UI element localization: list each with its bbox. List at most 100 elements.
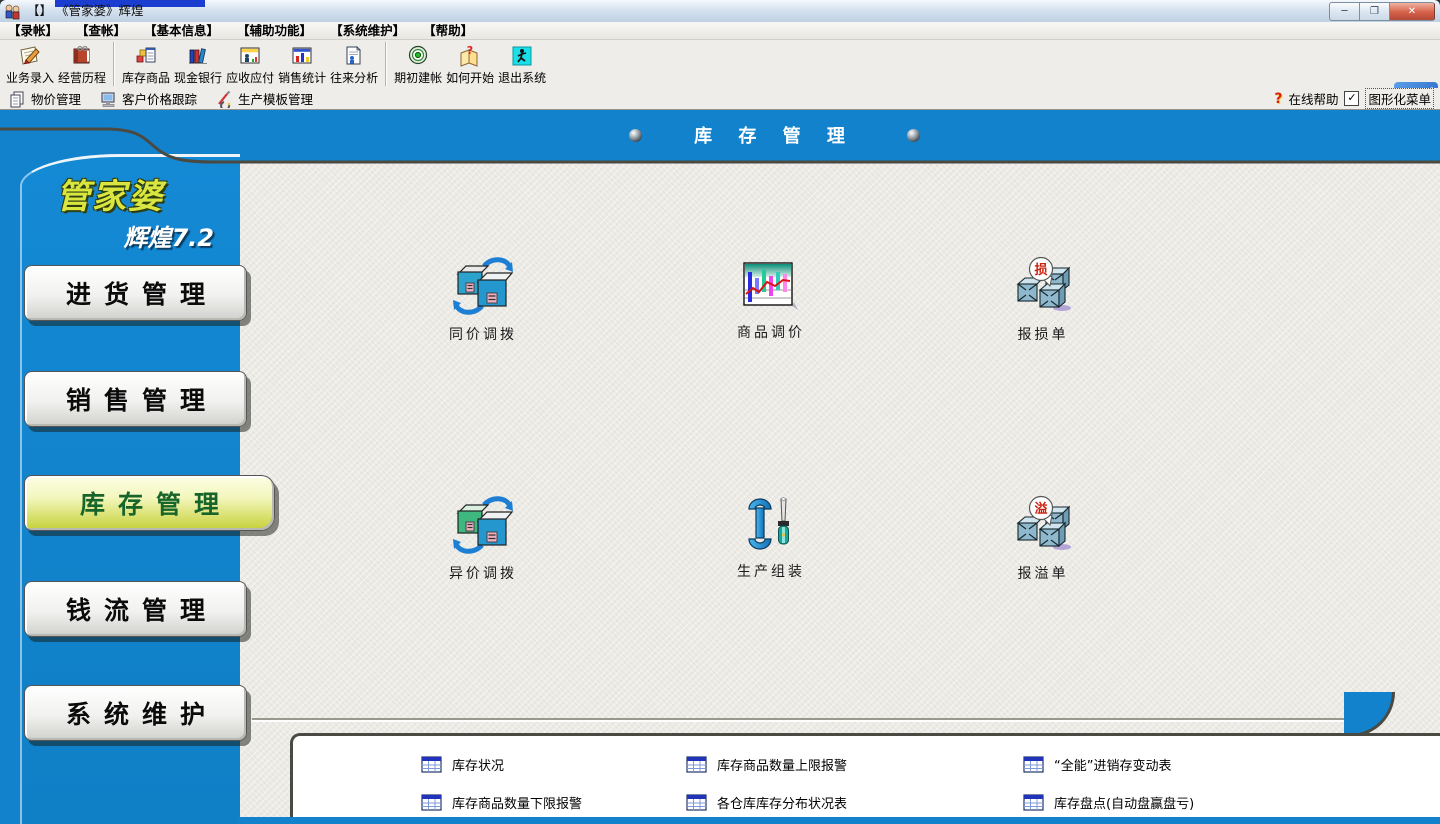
sidebar: 管家婆 辉煌7.2 进货管理 销售管理 库存管理 钱流管理 系统维护: [20, 154, 240, 824]
toolbar-label: 往来分析: [330, 69, 378, 86]
sidebar-item-system[interactable]: 系统维护: [24, 685, 247, 741]
menu-aux-functions[interactable]: 【辅助功能】: [237, 22, 312, 39]
report-allpowerful-change-table[interactable]: “全能”进销存变动表: [1023, 754, 1171, 774]
module-overflow-report[interactable]: 溢 报溢单: [978, 495, 1108, 583]
production-template-button[interactable]: 生产模板管理: [215, 89, 313, 108]
minimize-button[interactable]: ─: [1329, 2, 1359, 21]
how-to-start-button[interactable]: ? 如何开始: [444, 42, 496, 87]
menu-system-maintain[interactable]: 【系统维护】: [330, 22, 405, 39]
computer-icon: [99, 90, 117, 108]
pen-paper-icon: [18, 43, 42, 69]
overflow-badge-text: 溢: [1034, 501, 1047, 517]
module-label: 商品调价: [706, 322, 836, 342]
svg-text:溢: 溢: [1034, 501, 1047, 517]
toolbar-label: 期初建帐: [394, 69, 442, 86]
window-controls: ─ ❐ ✕: [1329, 2, 1435, 21]
toolbar-label: 现金银行: [174, 69, 222, 86]
report-label: 库存状况: [452, 755, 504, 774]
report-stocktake[interactable]: 库存盘点(自动盘赢盘亏): [1023, 792, 1194, 812]
report-label: 各仓库库存分布状况表: [717, 793, 847, 812]
brand-logo-text: 管家婆: [56, 169, 240, 218]
main-toolbar: 业务录入 经营历程: [0, 40, 1440, 91]
module-label: 生产组装: [706, 561, 836, 581]
app-icon: [4, 3, 21, 20]
help-question-icon: ?: [1274, 91, 1282, 107]
price-chart-icon: [742, 260, 800, 314]
books-icon: [186, 43, 210, 69]
initial-setup-button[interactable]: 期初建帐: [392, 42, 444, 87]
business-entry-button[interactable]: 业务录入: [4, 42, 56, 87]
online-help-button[interactable]: 在线帮助: [1288, 89, 1338, 108]
module-goods-reprice[interactable]: 商品调价: [706, 260, 836, 342]
loss-boxes-icon: 损: [1012, 256, 1074, 316]
reports-panel: 库存状况 库存商品数量上限报警: [290, 733, 1440, 821]
report-label: “全能”进销存变动表: [1054, 755, 1171, 774]
module-same-price-transfer[interactable]: 同价调拨: [418, 256, 548, 344]
sales-stats-button[interactable]: 销售统计: [276, 42, 328, 87]
module-production-assembly[interactable]: 生产组装: [706, 497, 836, 581]
toolbar2-label: 物价管理: [31, 89, 81, 108]
close-button[interactable]: ✕: [1389, 2, 1435, 21]
report-lower-limit-alarm[interactable]: 库存商品数量下限报警: [421, 792, 582, 812]
menu-record[interactable]: 【录帐】: [8, 22, 58, 39]
restore-button[interactable]: ❐: [1359, 2, 1389, 21]
toolbar-label: 如何开始: [446, 69, 494, 86]
menu-bar: 【录帐】 【查帐】 【基本信息】 【辅助功能】 【系统维护】 【帮助】: [0, 22, 1440, 40]
receivable-payable-button[interactable]: 应收应付: [224, 42, 276, 87]
toolbar-label: 应收应付: [226, 69, 274, 86]
menu-help[interactable]: 【帮助】: [423, 22, 473, 39]
sales-chart-icon: [290, 43, 314, 69]
sphere-bullet-icon: [629, 129, 642, 142]
sidebar-item-inventory[interactable]: 库存管理: [24, 475, 275, 531]
price-management-button[interactable]: 物价管理: [8, 89, 81, 108]
report-label: 库存盘点(自动盘赢盘亏): [1054, 793, 1194, 812]
menu-query[interactable]: 【查帐】: [76, 22, 126, 39]
warehouse-transfer-icon: [450, 256, 516, 316]
divider-groove: [252, 718, 1344, 722]
bottom-strip: [237, 817, 1440, 824]
module-diff-price-transfer[interactable]: 异价调拨: [418, 495, 548, 583]
section-header: 库 存 管 理: [237, 110, 1312, 160]
toolbar-label: 库存商品: [122, 69, 170, 86]
table-icon: [421, 756, 442, 773]
report-label: 库存商品数量下限报警: [452, 793, 582, 812]
menu-basic-info[interactable]: 【基本信息】: [144, 22, 219, 39]
toolbar-label: 业务录入: [6, 69, 54, 86]
table-icon: [1023, 756, 1044, 773]
toolbar-label: 退出系统: [498, 69, 546, 86]
table-icon: [1023, 794, 1044, 811]
customer-price-tracking-button[interactable]: 客户价格跟踪: [99, 89, 197, 108]
module-label: 报溢单: [978, 563, 1108, 583]
module-loss-report[interactable]: 损 报损单: [978, 256, 1108, 344]
toolbar-separator: [385, 42, 387, 86]
cash-bank-button[interactable]: 现金银行: [172, 42, 224, 87]
sidebar-item-sales[interactable]: 销售管理: [24, 371, 247, 427]
module-label: 报损单: [978, 324, 1108, 344]
report-warehouse-distribution[interactable]: 各仓库库存分布状况表: [686, 792, 847, 812]
toolbar-label: 销售统计: [278, 69, 326, 86]
table-icon: [421, 794, 442, 811]
exit-system-button[interactable]: 退出系统: [496, 42, 548, 87]
window-title: 【】 《管家婆》辉煌: [27, 0, 143, 22]
exit-runner-icon: [510, 43, 534, 69]
title-bar: 【】 《管家婆》辉煌 ─ ❐ ✕: [0, 0, 1440, 23]
report-inventory-status[interactable]: 库存状况: [421, 754, 504, 774]
toolbar2-label: 生产模板管理: [238, 89, 313, 108]
loss-badge-text: 损: [1034, 262, 1047, 278]
warehouse-transfer-diff-icon: [450, 495, 516, 555]
overflow-boxes-icon: 溢: [1012, 495, 1074, 555]
secondary-toolbar: 物价管理 客户价格跟踪 生产模板: [0, 88, 1440, 110]
toolbar2-right: ? 在线帮助 ✓ 图形化菜单: [1274, 88, 1440, 109]
report-upper-limit-alarm[interactable]: 库存商品数量上限报警: [686, 754, 847, 774]
sidebar-item-cashflow[interactable]: 钱流管理: [24, 581, 247, 637]
person-card-icon: [238, 43, 262, 69]
sidebar-item-purchase[interactable]: 进货管理: [24, 265, 247, 321]
table-icon: [686, 794, 707, 811]
contacts-analysis-button[interactable]: 往来分析: [328, 42, 380, 87]
inventory-goods-button[interactable]: 库存商品: [120, 42, 172, 87]
graphical-menu-checkbox[interactable]: ✓: [1344, 91, 1359, 106]
question-book-icon: ?: [458, 43, 482, 69]
main-region: 库 存 管 理 管家婆 辉煌7.2 进货管理 销售管理 库存管理 钱流管理 系统…: [0, 110, 1440, 824]
graphical-menu-label[interactable]: 图形化菜单: [1365, 88, 1434, 109]
business-history-button[interactable]: 经营历程: [56, 42, 108, 87]
